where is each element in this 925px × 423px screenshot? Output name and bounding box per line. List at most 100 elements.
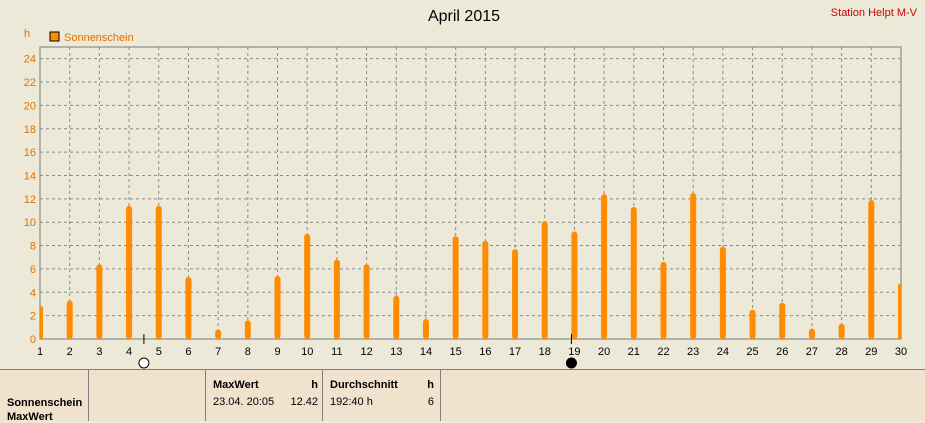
x-tick-label: 17 [509,346,521,358]
bar [808,328,815,339]
bar [541,221,548,339]
x-tick-label: 24 [717,346,729,358]
legend-swatch [49,31,60,42]
bar [512,249,519,339]
chart-title: April 2015 [428,8,500,25]
summary-row-label-2: MaxWert [7,411,53,423]
x-tick-label: 25 [746,346,758,358]
summary-empty-cell [88,370,206,421]
x-tick-label: 8 [245,346,251,358]
x-tick-label: 18 [539,346,551,358]
max-unit: h [311,379,318,391]
avg-value: 6 [427,396,434,408]
station-name: Station Helpt M-V [831,7,918,19]
x-tick-label: 30 [895,346,907,358]
bar [601,194,608,339]
bar [96,264,103,339]
bar [422,319,429,339]
y-tick-label: 14 [24,170,36,182]
bar [838,323,845,339]
bar [333,259,340,339]
bar [40,306,43,339]
x-tick-label: 22 [657,346,669,358]
x-tick-label: 28 [835,346,847,358]
x-tick-label: 7 [215,346,221,358]
max-header: MaxWert [213,379,259,391]
bar [393,295,400,339]
bar [898,284,901,339]
bar [304,233,311,339]
x-axis-ticks: 1 2 3 4 5 6 7 8 9 10 11 12 13 14 15 16 17 18 19 20 21 22 23 24 2… [37,346,907,358]
x-tick-label: 12 [360,346,372,358]
bar [779,302,786,339]
bar [630,207,637,339]
plot-area [39,46,902,340]
x-tick-label: 20 [598,346,610,358]
y-tick-label: 18 [24,124,36,136]
summary-max-cell: MaxWert h 23.04. 20:05 12.42 [205,370,323,421]
bar [482,240,489,339]
legend: Sonnenschein [49,31,134,44]
avg-unit: h [427,379,434,391]
y-tick-label: 2 [30,311,36,323]
x-tick-label: 13 [390,346,402,358]
bar [66,300,73,339]
x-tick-label: 21 [628,346,640,358]
bar [126,205,133,339]
y-tick-label: 20 [24,100,36,112]
x-tick-label: 15 [450,346,462,358]
bar [274,275,281,339]
y-axis-ticks: 024681012141618202224 [24,54,36,346]
x-tick-label: 6 [185,346,191,358]
bar [155,205,162,339]
bar [244,320,251,339]
x-tick-label: 27 [806,346,818,358]
bar [452,236,459,339]
x-tick-label: 2 [67,346,73,358]
bar [690,193,697,339]
avg-header: Durchschnitt [330,379,398,391]
x-tick-label: 5 [156,346,162,358]
x-tick-label: 16 [479,346,491,358]
new-moon-icon [565,357,577,369]
max-date: 23.04. 20:05 [213,396,275,408]
x-tick-label: 23 [687,346,699,358]
y-tick-label: 10 [24,217,36,229]
x-tick-label: 10 [301,346,313,358]
y-tick-label: 24 [24,54,36,66]
bars [40,193,901,339]
x-tick-label: 19 [568,346,580,358]
x-tick-label: 4 [126,346,132,358]
y-tick-label: 12 [24,194,36,206]
y-tick-label: 8 [30,241,36,253]
bar [660,261,667,339]
y-axis-unit: h [24,28,30,40]
x-tick-label: 3 [96,346,102,358]
avg-total: 192:40 h [330,396,373,408]
x-tick-label: 26 [776,346,788,358]
legend-label: Sonnenschein [64,32,134,44]
y-tick-label: 22 [24,77,36,89]
summary-row-labels: Sonnenschein MaxWert [0,370,89,423]
y-tick-label: 16 [24,147,36,159]
x-tick-label: 1 [37,346,43,358]
bar [719,246,726,339]
grid-lines [40,47,901,339]
x-tick-label: 9 [274,346,280,358]
x-tick-label: 11 [331,346,342,358]
bar [571,231,578,339]
bar [215,329,222,339]
summary-panel: Sonnenschein MaxWert MaxWert h 23.04. 20… [0,369,925,423]
summary-row-label: Sonnenschein [7,397,83,409]
x-tick-label: 14 [420,346,432,358]
bar [185,277,192,339]
y-tick-label: 0 [30,334,36,346]
y-tick-label: 6 [30,264,36,276]
max-value: 12.42 [290,396,318,408]
x-tick-label: 29 [865,346,877,358]
full-moon-icon [138,357,150,369]
bar [363,264,370,339]
bar [749,309,756,339]
y-tick-label: 4 [30,287,36,299]
bar [868,200,875,339]
